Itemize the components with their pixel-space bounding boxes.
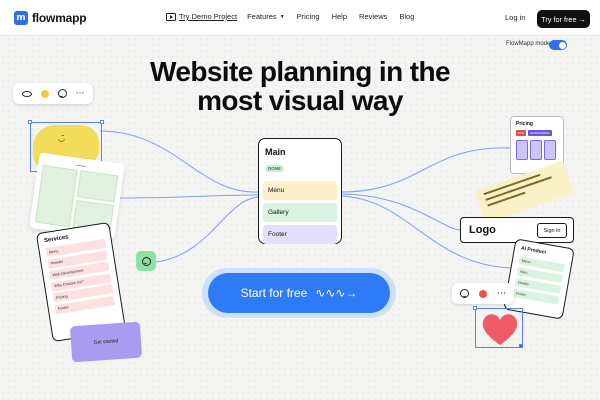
main-card-row-menu[interactable]: Menu (263, 181, 337, 200)
tag-map: MAP (516, 130, 527, 136)
pricing-plan-card (544, 140, 556, 160)
green-smile-tile[interactable] (136, 251, 156, 271)
pricing-tags: MAP IN PROGRESS (516, 130, 558, 136)
main-card-row-gallery[interactable]: Gallery (263, 203, 337, 222)
sign-in-button[interactable]: Sign in (537, 223, 567, 238)
resize-handle[interactable] (519, 344, 523, 348)
main-card-row-footer[interactable]: Footer (263, 225, 337, 244)
tag-in-progress: IN PROGRESS (528, 130, 552, 136)
pricing-plan-card (516, 140, 528, 160)
connector-line (99, 130, 259, 193)
pricing-plan-cards (516, 140, 558, 160)
logo-placeholder: Logo (469, 224, 496, 236)
status-badge: DONE (265, 165, 285, 172)
resize-handle[interactable] (473, 306, 477, 310)
left-floating-toolbar: ⋯ (13, 83, 93, 104)
pricing-title: Pricing (516, 121, 533, 127)
smile-icon[interactable] (57, 89, 67, 98)
wireframe-block (34, 164, 78, 228)
right-floating-toolbar: ⋯ (452, 283, 514, 304)
heart-selection[interactable] (473, 306, 523, 348)
face-icon: ◡̈ (58, 134, 65, 143)
more-icon[interactable]: ⋯ (76, 89, 85, 99)
resize-handle[interactable] (28, 120, 32, 124)
main-page-card[interactable]: Main DONE Menu Gallery Footer (258, 138, 342, 244)
connector-line (117, 194, 259, 199)
squiggle-arrow-icon: ∿∿∿→ (315, 286, 358, 300)
connector-line (155, 196, 259, 263)
more-icon[interactable]: ⋯ (497, 289, 506, 299)
smile-icon[interactable] (460, 289, 469, 298)
resize-handle[interactable] (100, 120, 104, 124)
start-for-free-button[interactable]: Start for free ∿∿∿→ (208, 273, 390, 313)
wireframe-block (76, 170, 119, 203)
heart-icon (482, 314, 518, 345)
yellow-dot-icon[interactable] (40, 89, 49, 98)
connector-line (341, 193, 461, 231)
start-for-free-label: Start for free (240, 286, 308, 300)
smile-icon (141, 256, 151, 266)
main-card-title: Main (265, 147, 286, 157)
pricing-plan-card (530, 140, 542, 160)
red-dot-icon[interactable] (479, 289, 487, 298)
ellipse-icon[interactable] (21, 90, 32, 97)
get-started-card[interactable]: Get started (69, 321, 143, 363)
text-line (487, 191, 526, 207)
connector-line (341, 147, 511, 193)
